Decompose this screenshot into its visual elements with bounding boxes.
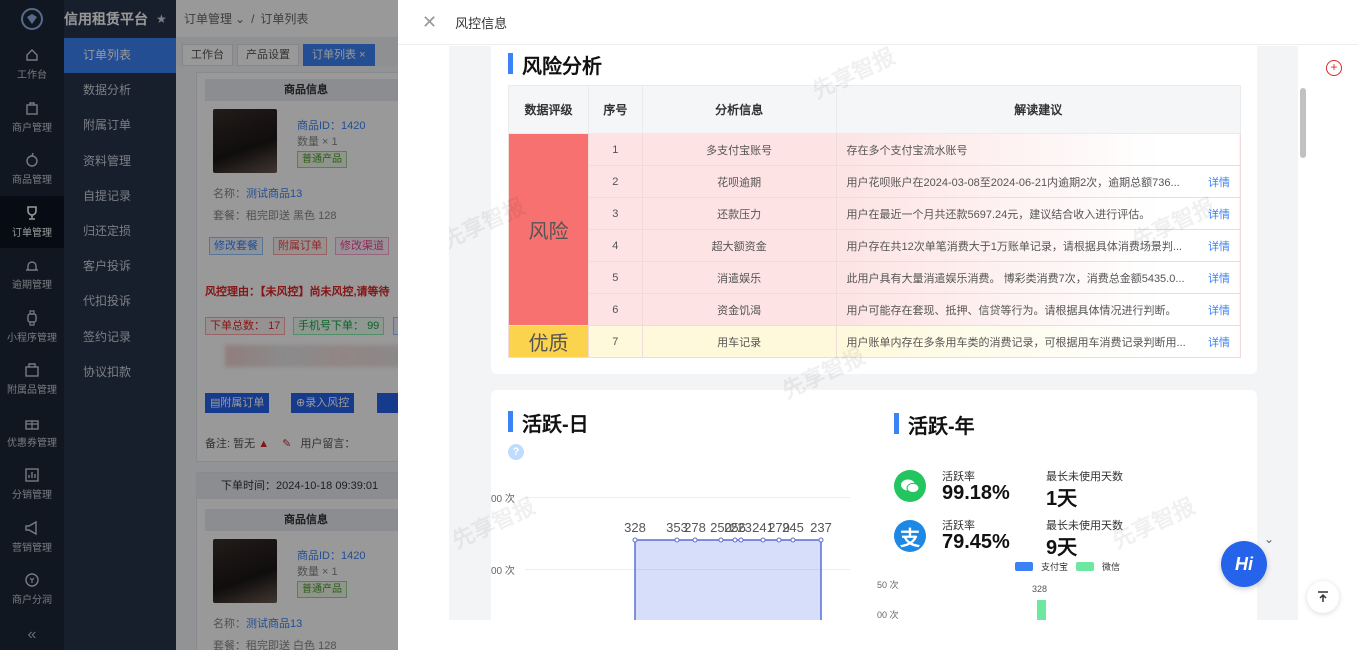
table-row: 4 超大额资金 用户存在共12次单笔消费大于1万账单记录，请根据具体消费场景判...…	[509, 229, 1242, 262]
alipay-unused-days: 9天	[1046, 537, 1078, 559]
drawer-title: 风控信息	[455, 15, 508, 31]
add-circle-icon[interactable]: +	[1326, 60, 1342, 76]
wechat-icon	[894, 470, 926, 502]
chat-assistant-button[interactable]: Hi	[1221, 541, 1267, 587]
table-row: 5 消遣娱乐 此用户具有大量消遣娱乐消费。 博彩类消费7次，消费总金额5435.0.…	[509, 261, 1242, 294]
detail-link[interactable]: 详情	[1208, 206, 1230, 222]
wechat-rate: 99.18%	[942, 482, 1010, 504]
table-row: 优质 7 用车记录 用户账单内存在多条用车类的消费记录，可根据用车消费记录判断用...…	[508, 325, 1242, 358]
data-point	[718, 537, 724, 543]
row-advice: 此用户具有大量消遣娱乐消费。 博彩类消费7次，消费总金额5435.0... 详情	[835, 261, 1242, 294]
table-row: 风险 1 多支付宝账号 存在多个支付宝流水账号	[508, 133, 1242, 326]
daily-activity-chart: 328 353278 250256223 241279245 237	[624, 520, 832, 620]
data-label: 237	[810, 520, 832, 535]
row-index: 1	[587, 133, 643, 166]
column-header-info: 分析信息	[641, 85, 837, 134]
legend: 支付宝 微信	[1015, 560, 1120, 573]
data-point	[674, 537, 680, 543]
series-area	[634, 539, 822, 620]
data-label: 278	[684, 520, 706, 535]
wechat-unused-days: 1天	[1046, 488, 1078, 510]
row-info: 超大额资金	[641, 229, 837, 262]
data-point	[818, 537, 824, 543]
row-index: 4	[587, 229, 643, 262]
row-index: 5	[587, 261, 643, 294]
daily-activity-panel: 活跃-日 ? 00 次 00 次 328 353 278 250 256 223 241 27…	[491, 390, 1257, 620]
legend-swatch	[1015, 562, 1033, 571]
data-label: 328	[624, 520, 646, 535]
chevron-down-icon[interactable]: ⌄	[1264, 532, 1274, 546]
data-point	[692, 537, 698, 543]
column-header-rating: 数据评级	[508, 85, 589, 134]
row-info: 用车记录	[641, 325, 837, 358]
modal-overlay[interactable]	[0, 0, 398, 650]
bar-data-label: 328	[1032, 584, 1048, 594]
chart-bar	[1037, 600, 1046, 620]
risk-analysis-panel: 风险分析 数据评级 序号 分析信息 解读建议 风险 1 多支付宝账号 存在多个支付宝流…	[491, 46, 1257, 374]
legend-alipay: 支付宝	[1041, 562, 1069, 572]
data-point	[776, 537, 782, 543]
data-label: 223	[730, 520, 752, 535]
row-index: 3	[587, 197, 643, 230]
alipay-icon: 支	[894, 520, 926, 552]
detail-link[interactable]: 详情	[1208, 270, 1230, 286]
row-info: 花呗逾期	[641, 165, 837, 198]
row-advice: 用户在最近一个月共还款5697.24元，建议结合收入进行评估。 详情	[835, 197, 1242, 230]
data-point	[732, 537, 738, 543]
row-info: 还款压力	[641, 197, 837, 230]
row-advice: 用户可能存在套现、抵押、信贷等行为。请根据具体情况进行判断。 详情	[835, 293, 1242, 326]
y-tick-label: 50 次	[877, 580, 899, 590]
row-advice: 存在多个支付宝流水账号	[835, 133, 1242, 166]
row-advice: 用户花呗账户在2024-03-08至2024-06-21内逾期2次，逾期总额73…	[835, 165, 1242, 198]
back-to-top-button[interactable]	[1307, 581, 1339, 613]
drawer-body: 风险分析 数据评级 序号 分析信息 解读建议 风险 1 多支付宝账号 存在多个支付宝流…	[449, 46, 1298, 620]
column-header-advice: 解读建议	[835, 85, 1242, 134]
scrollbar[interactable]	[1298, 46, 1308, 620]
legend-wechat: 微信	[1102, 562, 1121, 572]
detail-link[interactable]: 详情	[1208, 238, 1230, 254]
row-advice: 用户存在共12次单笔消费大于1万账单记录，请根据具体消费场景判... 详情	[835, 229, 1242, 262]
table-row: 3 还款压力 用户在最近一个月共还款5697.24元，建议结合收入进行评估。 详情	[509, 197, 1242, 230]
detail-link[interactable]: 详情	[1208, 334, 1230, 350]
legend-swatch	[1076, 562, 1095, 571]
row-info: 资金饥渴	[641, 293, 837, 326]
rating-risk: 风险	[508, 133, 589, 326]
risk-drawer: ✕ 风控信息 风险分析 数据评级 序号 分析信息 解读建议 风险 1 多支付宝账号存…	[398, 0, 1358, 650]
risk-table: 数据评级 序号 分析信息 解读建议 风险 1 多支付宝账号 存在多个支付宝流水账号 2 花…	[508, 85, 1242, 358]
yearly-activity-title: 活跃-年	[894, 410, 975, 439]
risk-analysis-title: 风险分析	[508, 50, 602, 79]
row-info: 多支付宝账号	[641, 133, 837, 166]
close-icon[interactable]: ✕	[422, 12, 437, 33]
table-row: 2 花呗逾期 用户花呗账户在2024-03-08至2024-06-21内逾期2次，逾…	[509, 165, 1242, 198]
y-tick-label: 00 次	[877, 610, 899, 620]
data-point	[632, 537, 638, 543]
rating-good: 优质	[508, 325, 589, 358]
alipay-rate: 79.45%	[942, 531, 1010, 553]
row-index: 6	[587, 293, 643, 326]
data-point	[760, 537, 766, 543]
arrow-up-icon	[1318, 591, 1328, 602]
detail-link[interactable]: 详情	[1208, 174, 1230, 190]
scrollbar-thumb[interactable]	[1300, 88, 1306, 158]
data-point	[790, 537, 796, 543]
column-header-index: 序号	[587, 85, 643, 134]
data-label: 245	[782, 520, 804, 535]
table-row: 6 资金饥渴 用户可能存在套现、抵押、信贷等行为。请根据具体情况进行判断。 详情	[509, 293, 1242, 326]
row-advice: 用户账单内存在多条用车类的消费记录，可根据用车消费记录判断用... 详情	[835, 325, 1242, 358]
row-index: 2	[587, 165, 643, 198]
detail-link[interactable]: 详情	[1208, 302, 1230, 318]
row-info: 消遣娱乐	[641, 261, 837, 294]
row-index: 7	[587, 325, 643, 358]
data-point	[738, 537, 744, 543]
